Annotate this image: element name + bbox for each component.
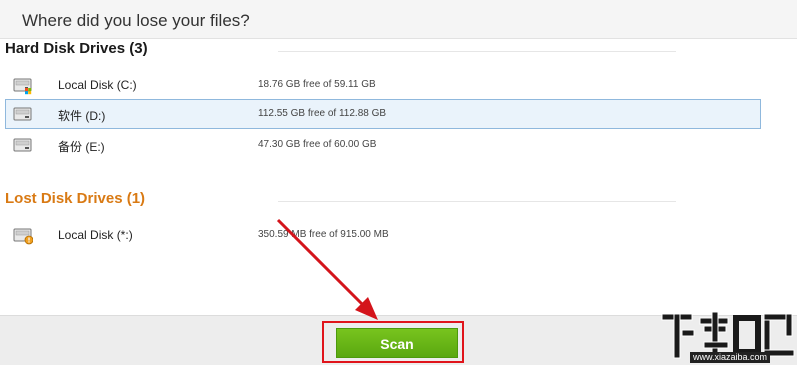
scan-button[interactable]: Scan — [336, 328, 458, 358]
watermark-url: www.xiazaiba.com — [690, 352, 771, 363]
